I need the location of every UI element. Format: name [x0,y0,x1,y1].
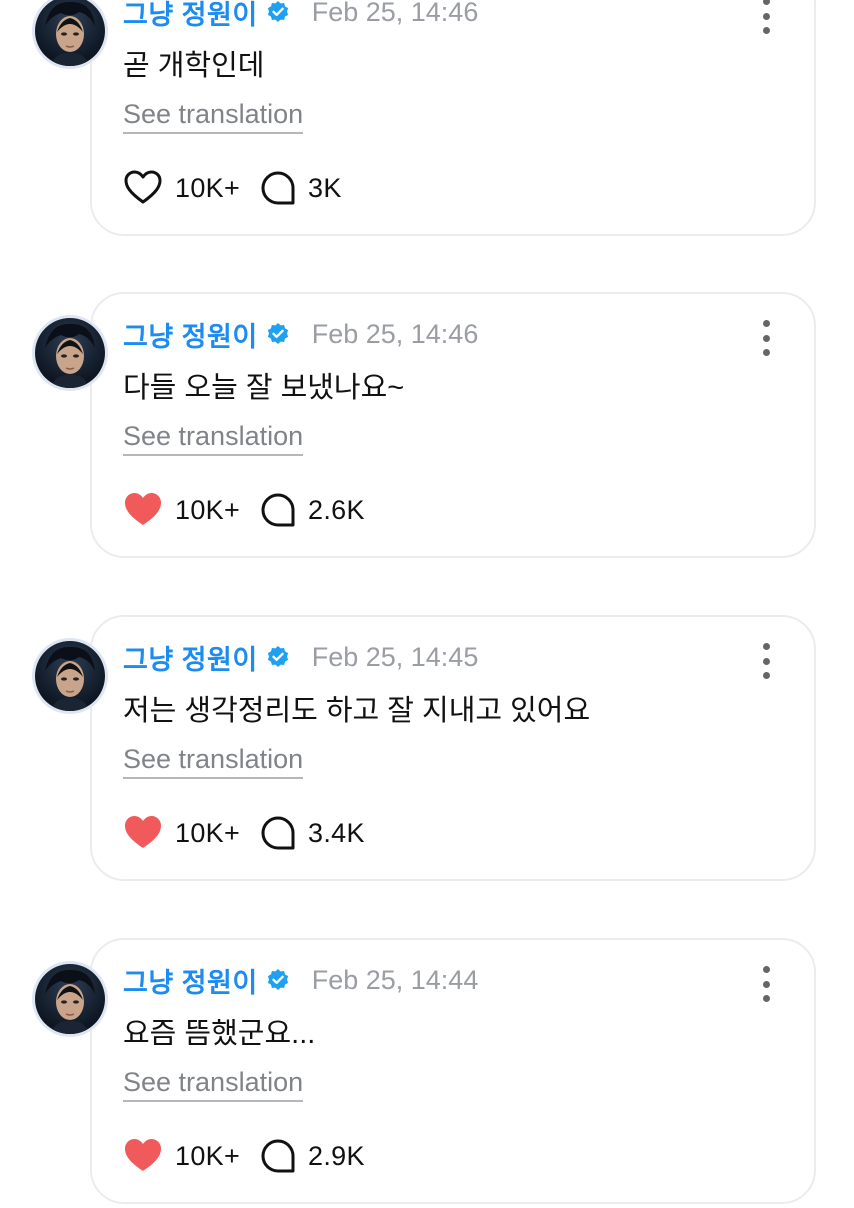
verified-badge-icon [266,0,290,24]
post-actions: 10K+ 3.4K [123,813,365,853]
timestamp: Feb 25, 14:46 [311,0,479,27]
avatar[interactable] [35,318,105,388]
post-actions: 10K+ 3K [123,168,342,208]
post-card: 그냥 정원이 Feb 25, 14:44 요즘 뜸했군요... See tran… [0,938,854,1208]
reply-count: 3.4K [308,817,365,848]
verified-badge-icon [266,968,290,992]
reply-count: 3K [308,172,342,203]
post-header: 그냥 정원이 Feb 25, 14:46 [123,0,478,32]
heart-filled-icon[interactable] [123,490,163,530]
post-card: 그냥 정원이 Feb 25, 14:46 다들 오늘 잘 보냈나요~ See t… [0,292,854,562]
post-header: 그냥 정원이 Feb 25, 14:44 [123,960,478,1000]
username[interactable]: 그냥 정원이 [123,315,258,354]
more-options-icon[interactable] [752,966,780,1002]
post-actions: 10K+ 2.9K [123,1136,365,1176]
feed: 그냥 정원이 Feb 25, 14:46 곧 개학인데 See translat… [0,0,854,1204]
username[interactable]: 그냥 정원이 [123,638,258,677]
like-count: 10K+ [175,172,241,203]
post-text: 요즘 뜸했군요... [123,1018,316,1050]
like-count: 10K+ [175,817,241,848]
post-text: 저는 생각정리도 하고 잘 지내고 있어요 [123,695,591,727]
post-header: 그냥 정원이 Feb 25, 14:46 [123,314,478,354]
heart-filled-icon[interactable] [123,813,163,853]
reply-count: 2.6K [308,494,365,525]
timestamp: Feb 25, 14:45 [311,641,479,672]
post-text: 곧 개학인데 [123,50,265,82]
timestamp: Feb 25, 14:44 [311,964,479,995]
post-actions: 10K+ 2.6K [123,490,365,530]
avatar[interactable] [35,964,105,1034]
post-header: 그냥 정원이 Feb 25, 14:45 [123,637,478,677]
see-translation-link[interactable]: See translation [123,743,304,779]
timestamp: Feb 25, 14:46 [311,318,479,349]
heart-filled-icon[interactable] [123,1136,163,1176]
reply-icon[interactable] [260,815,296,851]
like-count: 10K+ [175,494,241,525]
more-options-icon[interactable] [752,320,780,356]
post-text: 다들 오늘 잘 보냈나요~ [123,372,405,404]
see-translation-link[interactable]: See translation [123,98,304,134]
see-translation-link[interactable]: See translation [123,420,304,456]
avatar[interactable] [35,641,105,711]
verified-badge-icon [266,322,290,346]
post-card: 그냥 정원이 Feb 25, 14:46 곧 개학인데 See translat… [0,0,854,240]
username[interactable]: 그냥 정원이 [123,961,258,1000]
reply-icon[interactable] [260,492,296,528]
reply-icon[interactable] [260,1138,296,1174]
more-options-icon[interactable] [752,643,780,679]
more-options-icon[interactable] [752,0,780,34]
post-card: 그냥 정원이 Feb 25, 14:45 저는 생각정리도 하고 잘 지내고 있… [0,615,854,885]
like-count: 10K+ [175,1140,241,1171]
see-translation-link[interactable]: See translation [123,1066,304,1102]
reply-icon[interactable] [260,170,296,206]
heart-icon[interactable] [123,168,163,208]
username[interactable]: 그냥 정원이 [123,0,258,32]
reply-count: 2.9K [308,1140,365,1171]
verified-badge-icon [266,645,290,669]
